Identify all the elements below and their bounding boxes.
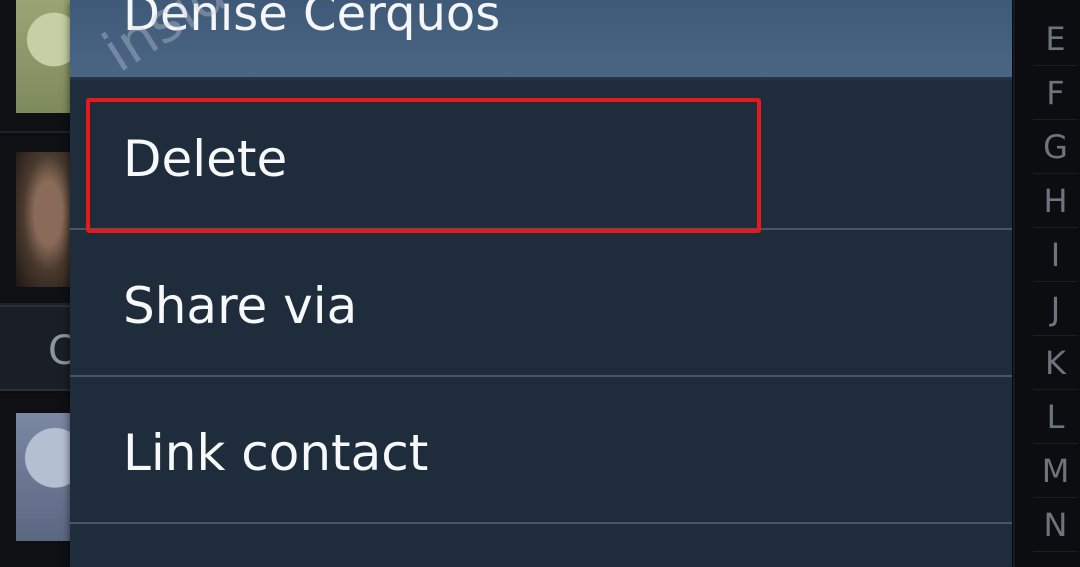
menu-item-share-via[interactable]: Share via [70,230,1012,377]
menu-item-label: Share via [123,277,358,335]
menu-item-link-contact[interactable]: Link contact [70,377,1012,524]
index-letter-e[interactable]: E [1033,12,1078,66]
context-menu-dialog: Denise Cerquos Delete Share via Link con… [70,0,1012,567]
menu-item-label: Delete [123,130,288,188]
index-letter-i[interactable]: I [1033,228,1078,282]
dialog-title-bar: Denise Cerquos [70,0,1012,80]
index-letter-g[interactable]: G [1033,120,1078,174]
index-letter-j[interactable]: J [1033,282,1078,336]
contact-row[interactable] [0,135,70,305]
avatar [16,152,70,287]
contact-row[interactable] [0,0,70,133]
index-letter-m[interactable]: M [1033,444,1078,498]
index-letter-f[interactable]: F [1033,66,1078,120]
dialog-title: Denise Cerquos [123,0,501,42]
menu-item-more[interactable] [70,524,1012,567]
menu-item-delete[interactable]: Delete [70,83,1012,230]
index-letter-n[interactable]: N [1033,498,1078,552]
screen: C E F G H I J K L M N Denise Cerquos Del… [0,0,1080,567]
index-letter-l[interactable]: L [1033,390,1078,444]
menu-item-label: Link contact [123,424,429,482]
contact-row[interactable] [0,393,70,567]
index-letter-k[interactable]: K [1033,336,1078,390]
avatar [16,413,70,541]
index-letter-h[interactable]: H [1033,174,1078,228]
section-header: C [0,305,76,391]
avatar [16,0,70,113]
alphabet-index[interactable]: E F G H I J K L M N [1013,0,1080,567]
